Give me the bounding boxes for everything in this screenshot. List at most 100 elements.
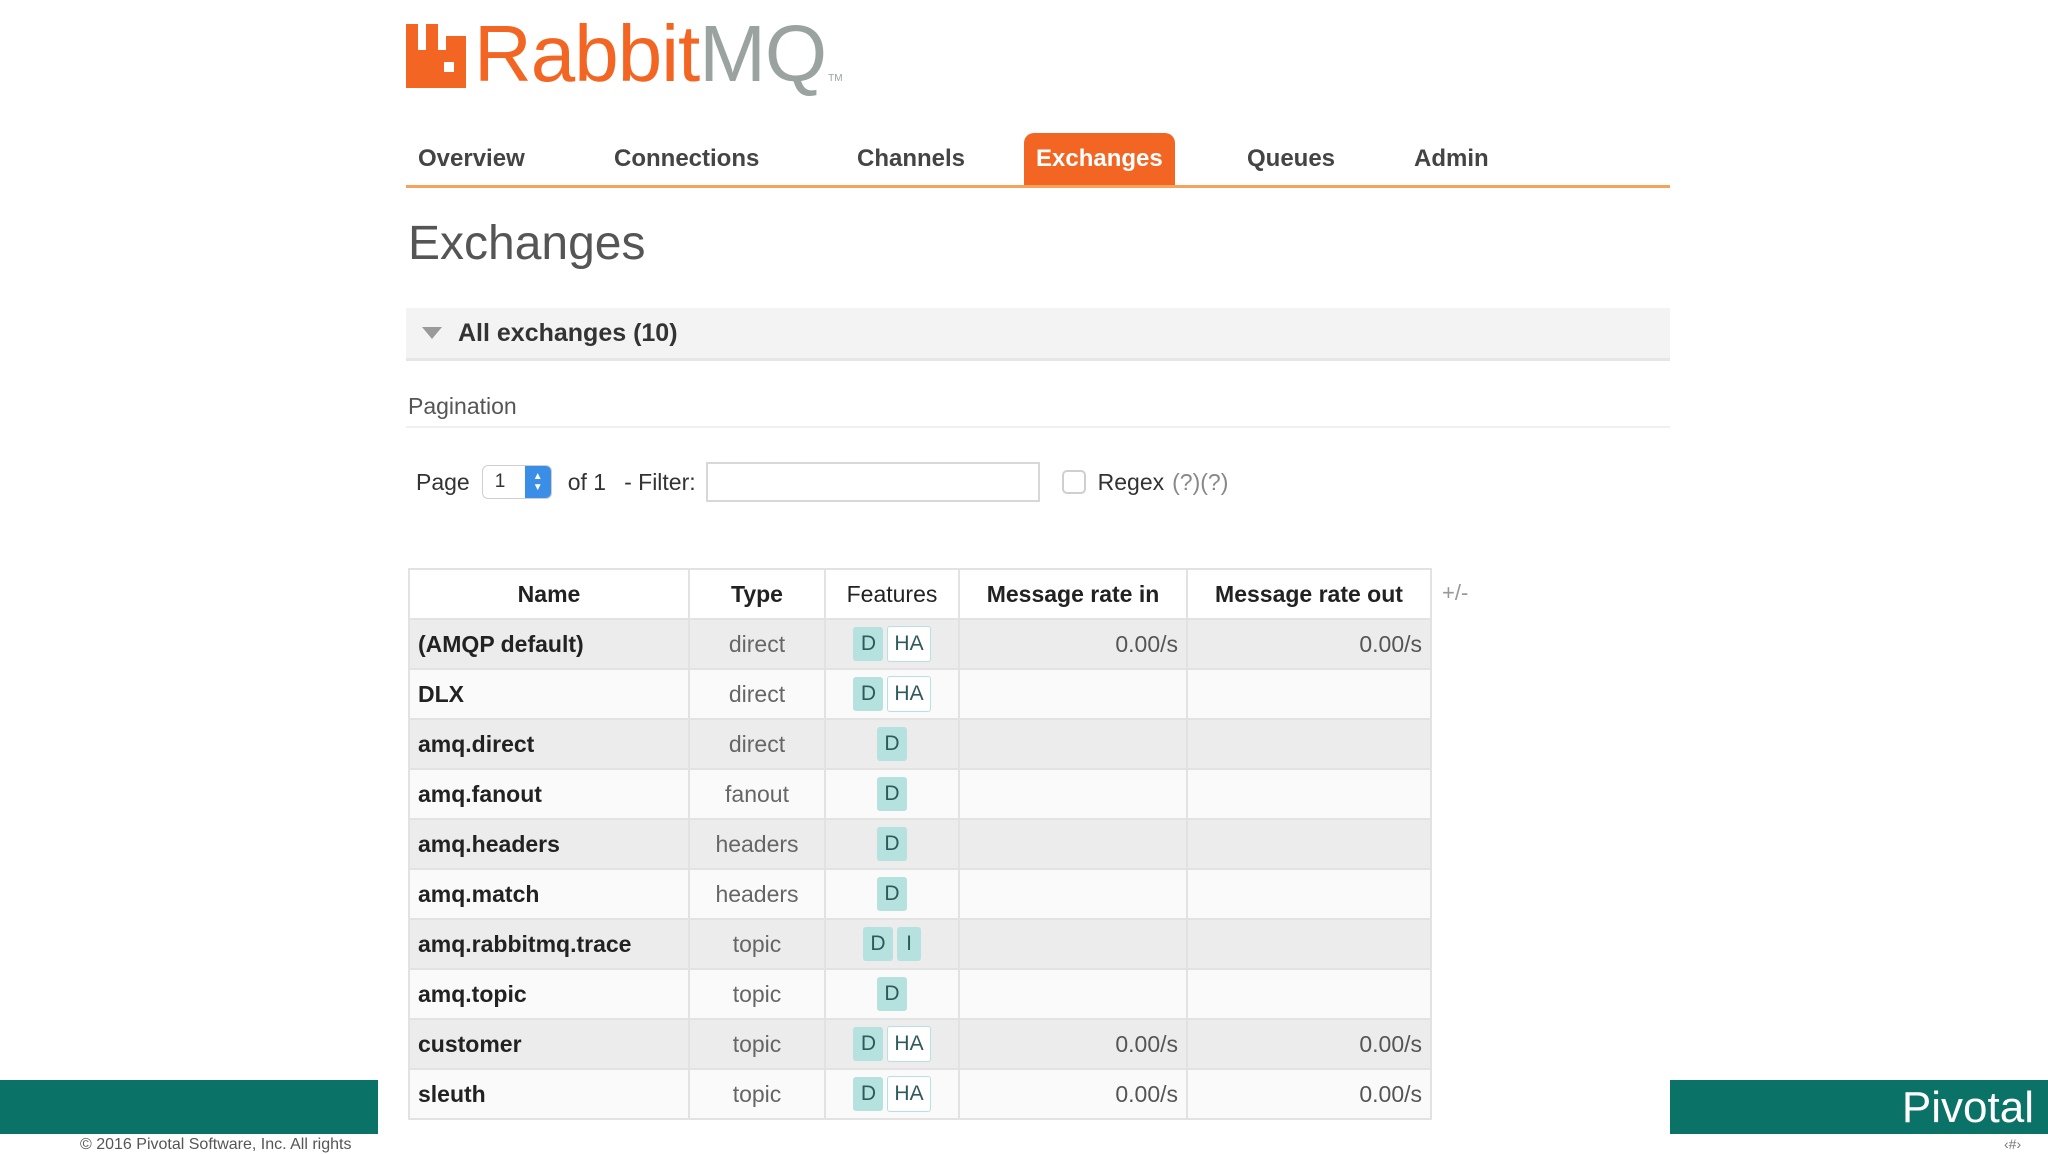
exchange-features: D HA [824,1068,960,1120]
page-label: Page [416,468,470,495]
message-rate-out: 0.00/s [1186,618,1432,670]
feature-badge-d: D [877,777,907,811]
feature-badge-d: D [863,927,893,961]
exchange-features: D [824,718,960,770]
message-rate-out: 0.00/s [1186,1068,1432,1120]
table-row: amq.rabbitmq.trace topic D I [408,918,1432,970]
header-rate-out[interactable]: Message rate out [1186,568,1432,620]
exchange-features: D [824,768,960,820]
message-rate-out: 0.00/s [1186,1018,1432,1070]
exchange-name-link[interactable]: amq.direct [408,718,690,770]
page-select-value: 1 [494,471,506,492]
table-header-row: Name Type Features Message rate in Messa… [408,568,1432,620]
message-rate-in [958,768,1188,820]
message-rate-in [958,668,1188,720]
regex-help-link[interactable]: (?)(?) [1172,469,1228,496]
tab-admin[interactable]: Admin [1402,133,1501,185]
message-rate-in [958,918,1188,970]
message-rate-out [1186,918,1432,970]
header-features: Features [824,568,960,620]
tab-overview[interactable]: Overview [406,133,537,185]
exchange-features: D HA [824,668,960,720]
regex-checkbox[interactable] [1061,470,1086,494]
exchange-features: D HA [824,1018,960,1070]
message-rate-in [958,868,1188,920]
feature-badge-d: D [877,827,907,861]
feature-badge-d: D [853,677,884,711]
exchange-type: direct [688,668,826,720]
feature-badge-d: D [853,627,884,661]
regex-label: Regex [1097,468,1165,495]
message-rate-in: 0.00/s [958,618,1188,670]
exchange-name-link[interactable]: amq.rabbitmq.trace [408,918,690,970]
table-row: (AMQP default) direct D HA 0.00/s 0.00/s [408,618,1432,670]
filter-input[interactable] [705,462,1040,502]
logo-trademark: TM [828,73,843,84]
message-rate-in [958,818,1188,870]
table-row: sleuth topic D HA 0.00/s 0.00/s [408,1068,1432,1120]
feature-badge-d: D [877,727,907,761]
filter-label: - Filter: [624,468,696,495]
tab-queues[interactable]: Queues [1235,133,1347,185]
columns-toggle[interactable]: +/- [1442,580,1468,606]
exchange-name-link[interactable]: sleuth [408,1068,690,1120]
feature-badge-ha: HA [887,1076,931,1112]
header-rate-in[interactable]: Message rate in [958,568,1188,620]
pager: Page 1 ▲ ▼ of 1 - Filter: Regex (?)(?) [416,462,1228,502]
exchanges-table: Name Type Features Message rate in Messa… [408,568,1432,1120]
exchange-name-link[interactable]: DLX [408,668,690,720]
exchange-type: fanout [688,768,826,820]
header-name[interactable]: Name [408,568,690,620]
message-rate-out [1186,968,1432,1020]
exchange-name-link[interactable]: amq.match [408,868,690,920]
exchange-features: D [824,818,960,870]
main-nav: Overview Connections Channels Exchanges … [406,131,1670,188]
feature-badge-d: D [877,877,907,911]
copyright-text: © 2016 Pivotal Software, Inc. All rights [80,1136,352,1153]
tab-exchanges[interactable]: Exchanges [1024,133,1175,185]
logo-text-mq: MQ [699,9,827,98]
feature-badge-d: D [853,1027,884,1061]
select-arrows-icon: ▲ ▼ [524,466,551,498]
exchange-features: DI [824,918,960,970]
exchange-type: direct [688,718,826,770]
exchange-type: headers [688,868,826,920]
page-of-text: of 1 [567,468,607,495]
exchange-name-link[interactable]: amq.headers [408,818,690,870]
message-rate-in [958,718,1188,770]
exchange-type: topic [688,1018,826,1070]
message-rate-out [1186,768,1432,820]
feature-badge-ha: HA [887,1026,931,1062]
table-row: amq.match headers D [408,868,1432,920]
message-rate-out [1186,668,1432,720]
message-rate-in [958,968,1188,1020]
table-row: customer topic D HA 0.00/s 0.00/s [408,1018,1432,1070]
logo-text-rabbit: Rabbit [474,9,700,98]
feature-badge-i: I [897,927,921,961]
collapse-triangle-icon [422,327,442,339]
tab-channels[interactable]: Channels [845,133,977,185]
page-title: Exchanges [408,217,646,270]
tab-connections[interactable]: Connections [602,133,771,185]
exchange-name-link[interactable]: customer [408,1018,690,1070]
message-rate-out [1186,868,1432,920]
footer-bar-right: Pivotal [1670,1080,2048,1134]
all-exchanges-toggle[interactable]: All exchanges (10) [406,308,1670,361]
page-select[interactable]: 1 ▲ ▼ [481,465,552,499]
message-rate-out [1186,718,1432,770]
slide-number: ‹#› [2004,1136,2022,1152]
pivotal-logo: Pivotal [1901,1083,2034,1132]
rabbitmq-logo: Rabbit MQ TM [406,14,843,94]
feature-badge-d: D [853,1077,884,1111]
exchange-name-link[interactable]: amq.fanout [408,768,690,820]
exchange-features: D [824,868,960,920]
feature-badge-d: D [877,977,907,1011]
header-type[interactable]: Type [688,568,826,620]
exchange-name-link[interactable]: amq.topic [408,968,690,1020]
exchange-features: D HA [824,618,960,670]
exchange-name-link[interactable]: (AMQP default) [408,618,690,670]
table-row: DLX direct D HA [408,668,1432,720]
rabbitmq-logo-icon [406,24,466,88]
exchange-features: D [824,968,960,1020]
table-row: amq.headers headers D [408,818,1432,870]
